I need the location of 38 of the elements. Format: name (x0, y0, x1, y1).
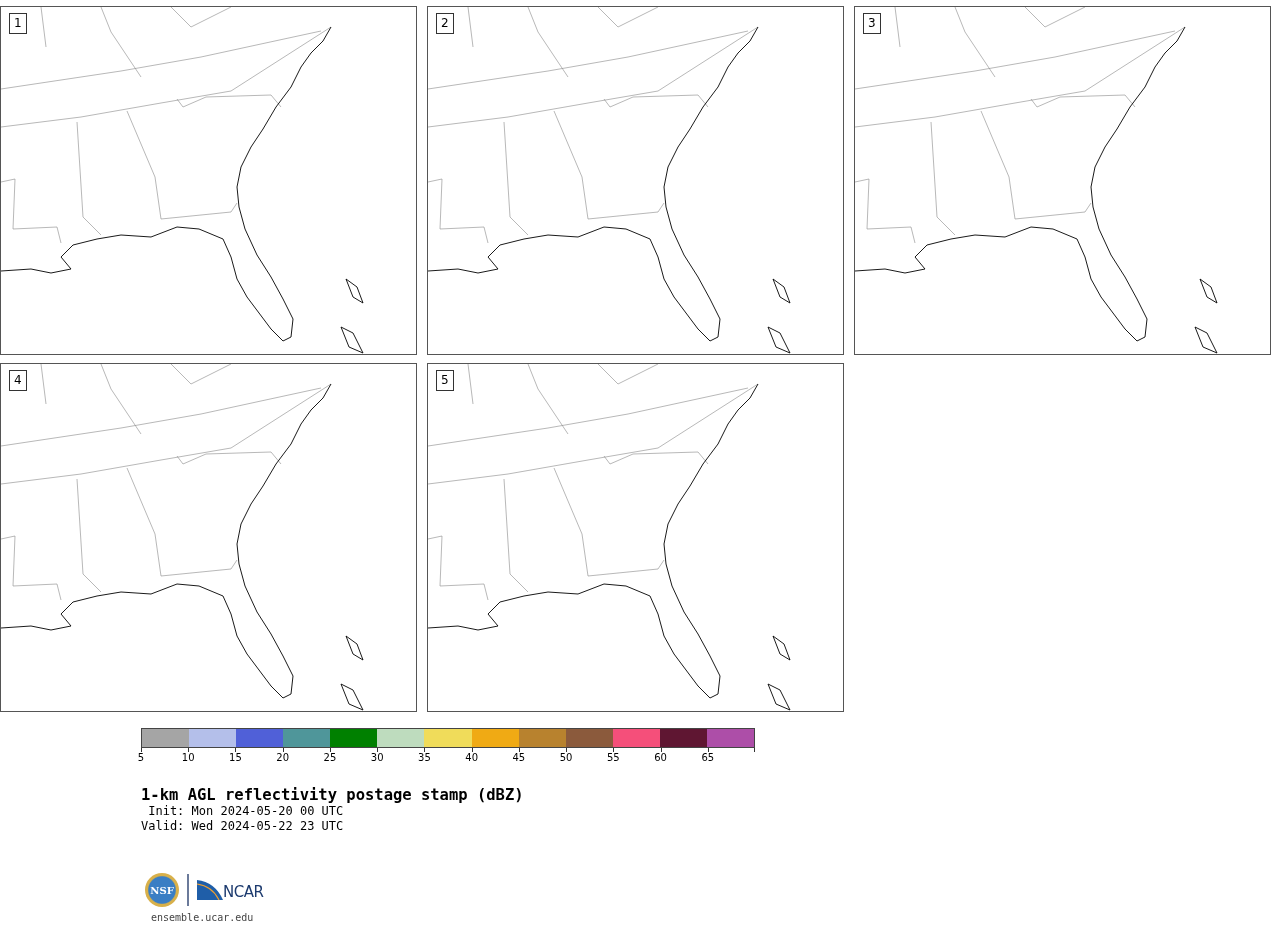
tick-mark (471, 748, 473, 752)
chart-title: 1-km AGL reflectivity postage stamp (dBZ) (141, 786, 524, 804)
tick-mark (613, 748, 615, 752)
panel-number: 5 (436, 370, 454, 391)
tick-mark (424, 748, 426, 752)
panel-number: 3 (863, 13, 881, 34)
tick-label: 60 (654, 752, 667, 764)
tick-label: 65 (701, 752, 715, 764)
tick-label: 30 (370, 752, 384, 764)
tick-mark (754, 748, 755, 752)
tick-mark (329, 748, 331, 752)
tick-mark (707, 748, 709, 752)
ncar-logo: NCAR (197, 880, 264, 900)
tick-label: 50 (559, 752, 573, 764)
tick-label: 25 (323, 752, 337, 764)
panel-number: 4 (9, 370, 27, 391)
init-time: Init: Mon 2024-05-20 00 UTC (147, 804, 344, 819)
tick-label: 20 (276, 752, 290, 764)
tick-mark (660, 748, 662, 752)
tick-label: 10 (181, 752, 195, 764)
tick-label: 55 (607, 752, 620, 764)
tick-label: 15 (229, 752, 242, 764)
tick-label: 5 (137, 752, 145, 764)
tick-mark (282, 748, 284, 752)
tick-mark (141, 748, 142, 752)
tick-mark (188, 748, 190, 752)
tick-label: 45 (512, 752, 526, 764)
website-url: ensemble.ucar.edu (151, 912, 255, 924)
tick-mark (518, 748, 520, 752)
tick-label: 35 (418, 752, 431, 764)
tick-mark (377, 748, 379, 752)
tick-mark (235, 748, 237, 752)
tick-label: 40 (465, 752, 478, 764)
panel-number: 2 (436, 13, 454, 34)
nsf-logo: NSF (145, 873, 179, 907)
panel-number: 1 (9, 13, 27, 34)
valid-time: Valid: Wed 2024-05-22 23 UTC (141, 819, 344, 834)
tick-mark (566, 748, 568, 752)
